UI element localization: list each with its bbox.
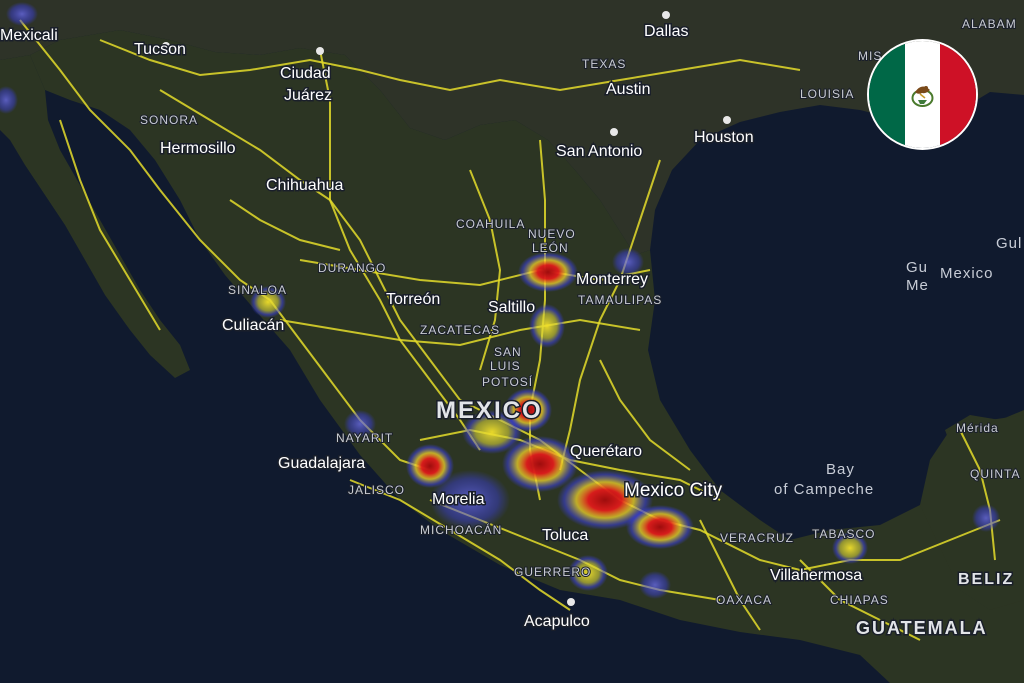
water-bay-2: of Campeche <box>774 481 874 498</box>
city-mexicali: Mexicali <box>0 27 58 44</box>
country-belize: BELIZ <box>958 571 1014 588</box>
region-chiapas: CHIAPAS <box>830 593 889 607</box>
region-nayarit: NAYARIT <box>336 431 393 445</box>
city-juarez: Juárez <box>284 87 332 104</box>
region-louisiana: LOUISIA <box>800 87 854 101</box>
water-gulf-2: Me <box>906 277 929 294</box>
city-merida: Mérida <box>956 421 999 435</box>
city-austin: Austin <box>606 81 650 98</box>
heat-puebla <box>626 505 694 549</box>
country-mexico: MEXICO <box>436 397 543 424</box>
region-slp-2: LUIS <box>490 359 521 373</box>
region-nuevo-leon-1: NUEVO <box>528 227 576 241</box>
region-tamaulipas: TAMAULIPAS <box>578 293 662 307</box>
region-oaxaca: OAXACA <box>716 593 772 607</box>
city-morelia: Morelia <box>432 491 485 508</box>
city-houston: Houston <box>694 129 754 146</box>
region-coahuila: COAHUILA <box>456 217 525 231</box>
region-zacatecas: ZACATECAS <box>420 323 500 337</box>
region-slp-3: POTOSÍ <box>482 374 533 389</box>
city-mexico-city: Mexico City <box>624 480 723 501</box>
city-queretaro: Querétaro <box>570 443 642 460</box>
mexico-flag-icon <box>869 41 976 148</box>
water-gulf-3: Mexico <box>940 265 994 282</box>
city-guadalajara: Guadalajara <box>278 455 365 472</box>
eagle-emblem-icon <box>911 86 934 107</box>
region-sinaloa: SINALOA <box>228 283 287 297</box>
region-nuevo-leon-2: LEÓN <box>532 240 569 255</box>
heat-low <box>972 504 1000 532</box>
city-hermosillo: Hermosillo <box>160 140 236 157</box>
region-veracruz: VERACRUZ <box>720 531 794 545</box>
heat-low <box>639 571 671 599</box>
heat-low <box>6 2 38 26</box>
city-chihuahua: Chihuahua <box>266 177 344 194</box>
water-bay-1: Bay <box>826 461 855 478</box>
region-jalisco: JALISCO <box>348 483 405 497</box>
region-mississippi: MIS <box>858 49 882 63</box>
city-culiacan: Culiacán <box>222 317 284 334</box>
heat-monterrey <box>518 252 578 292</box>
city-villahermosa: Villahermosa <box>770 567 862 584</box>
city-toluca: Toluca <box>542 527 588 544</box>
water-gulf-edge: Gul <box>996 235 1022 252</box>
city-ciudad: Ciudad <box>280 65 331 82</box>
city-tucson: Tucson <box>134 41 186 58</box>
region-tabasco: TABASCO <box>812 527 875 541</box>
region-alabama: ALABAM <box>962 17 1017 31</box>
country-guatemala: GUATEMALA <box>856 618 988 638</box>
region-durango: DURANGO <box>318 261 386 275</box>
city-monterrey: Monterrey <box>576 271 648 288</box>
region-michoacan: MICHOACÁN <box>420 522 502 537</box>
map-view[interactable]: SONORA TEXAS ALABAM MIS LOUISIA COAHUILA… <box>0 0 1024 683</box>
region-guerrero: GUERRERO <box>514 565 591 579</box>
city-acapulco: Acapulco <box>524 613 590 630</box>
city-saltillo: Saltillo <box>488 299 535 316</box>
city-san-antonio: San Antonio <box>556 143 642 160</box>
region-quintana: QUINTA <box>970 467 1020 481</box>
city-dallas: Dallas <box>644 23 688 40</box>
city-torreon: Torreón <box>386 291 440 308</box>
region-slp-1: SAN <box>494 345 522 359</box>
water-gulf-1: Gu <box>906 259 928 276</box>
region-texas: TEXAS <box>582 57 626 71</box>
region-sonora: SONORA <box>140 113 198 127</box>
